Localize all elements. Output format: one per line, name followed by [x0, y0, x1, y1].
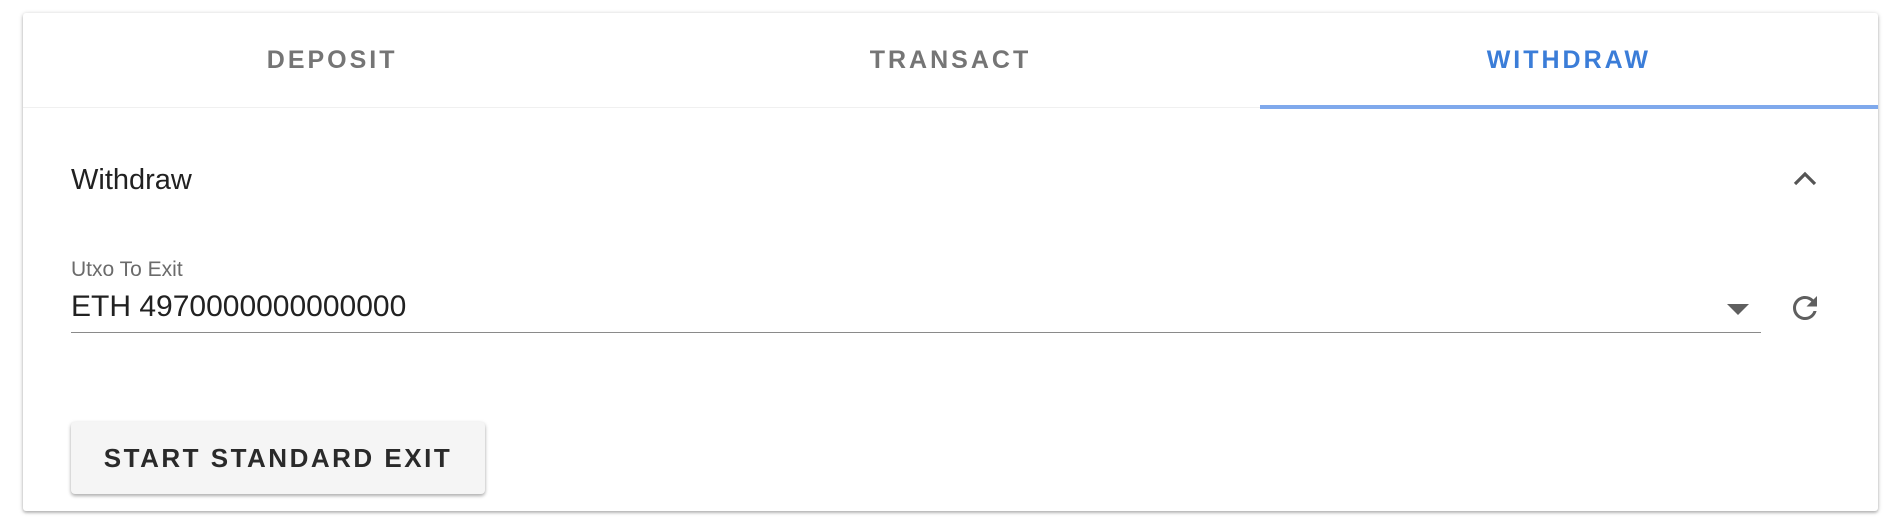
refresh-button[interactable] [1783, 286, 1827, 330]
start-standard-exit-button[interactable]: START STANDARD EXIT [71, 422, 485, 494]
section-title: Withdraw [71, 164, 192, 196]
tab-deposit[interactable]: DEPOSIT [23, 13, 641, 107]
tab-withdraw[interactable]: WITHDRAW [1259, 13, 1879, 109]
chevron-up-icon [1793, 171, 1817, 186]
tab-bar: DEPOSIT TRANSACT WITHDRAW [23, 13, 1879, 109]
utxo-field-label: Utxo To Exit [71, 258, 183, 281]
tab-transact[interactable]: TRANSACT [641, 13, 1259, 107]
withdraw-card: DEPOSIT TRANSACT WITHDRAW Withdraw Utxo … [23, 13, 1879, 511]
utxo-select[interactable]: ETH 4970000000000000 [71, 284, 1761, 333]
dropdown-arrow-icon [1727, 304, 1749, 315]
collapse-button[interactable] [1783, 156, 1827, 200]
refresh-icon [1793, 296, 1817, 320]
utxo-select-value: ETH 4970000000000000 [71, 290, 407, 323]
withdraw-panel: Withdraw Utxo To Exit ETH 49700000000000… [23, 108, 1878, 511]
